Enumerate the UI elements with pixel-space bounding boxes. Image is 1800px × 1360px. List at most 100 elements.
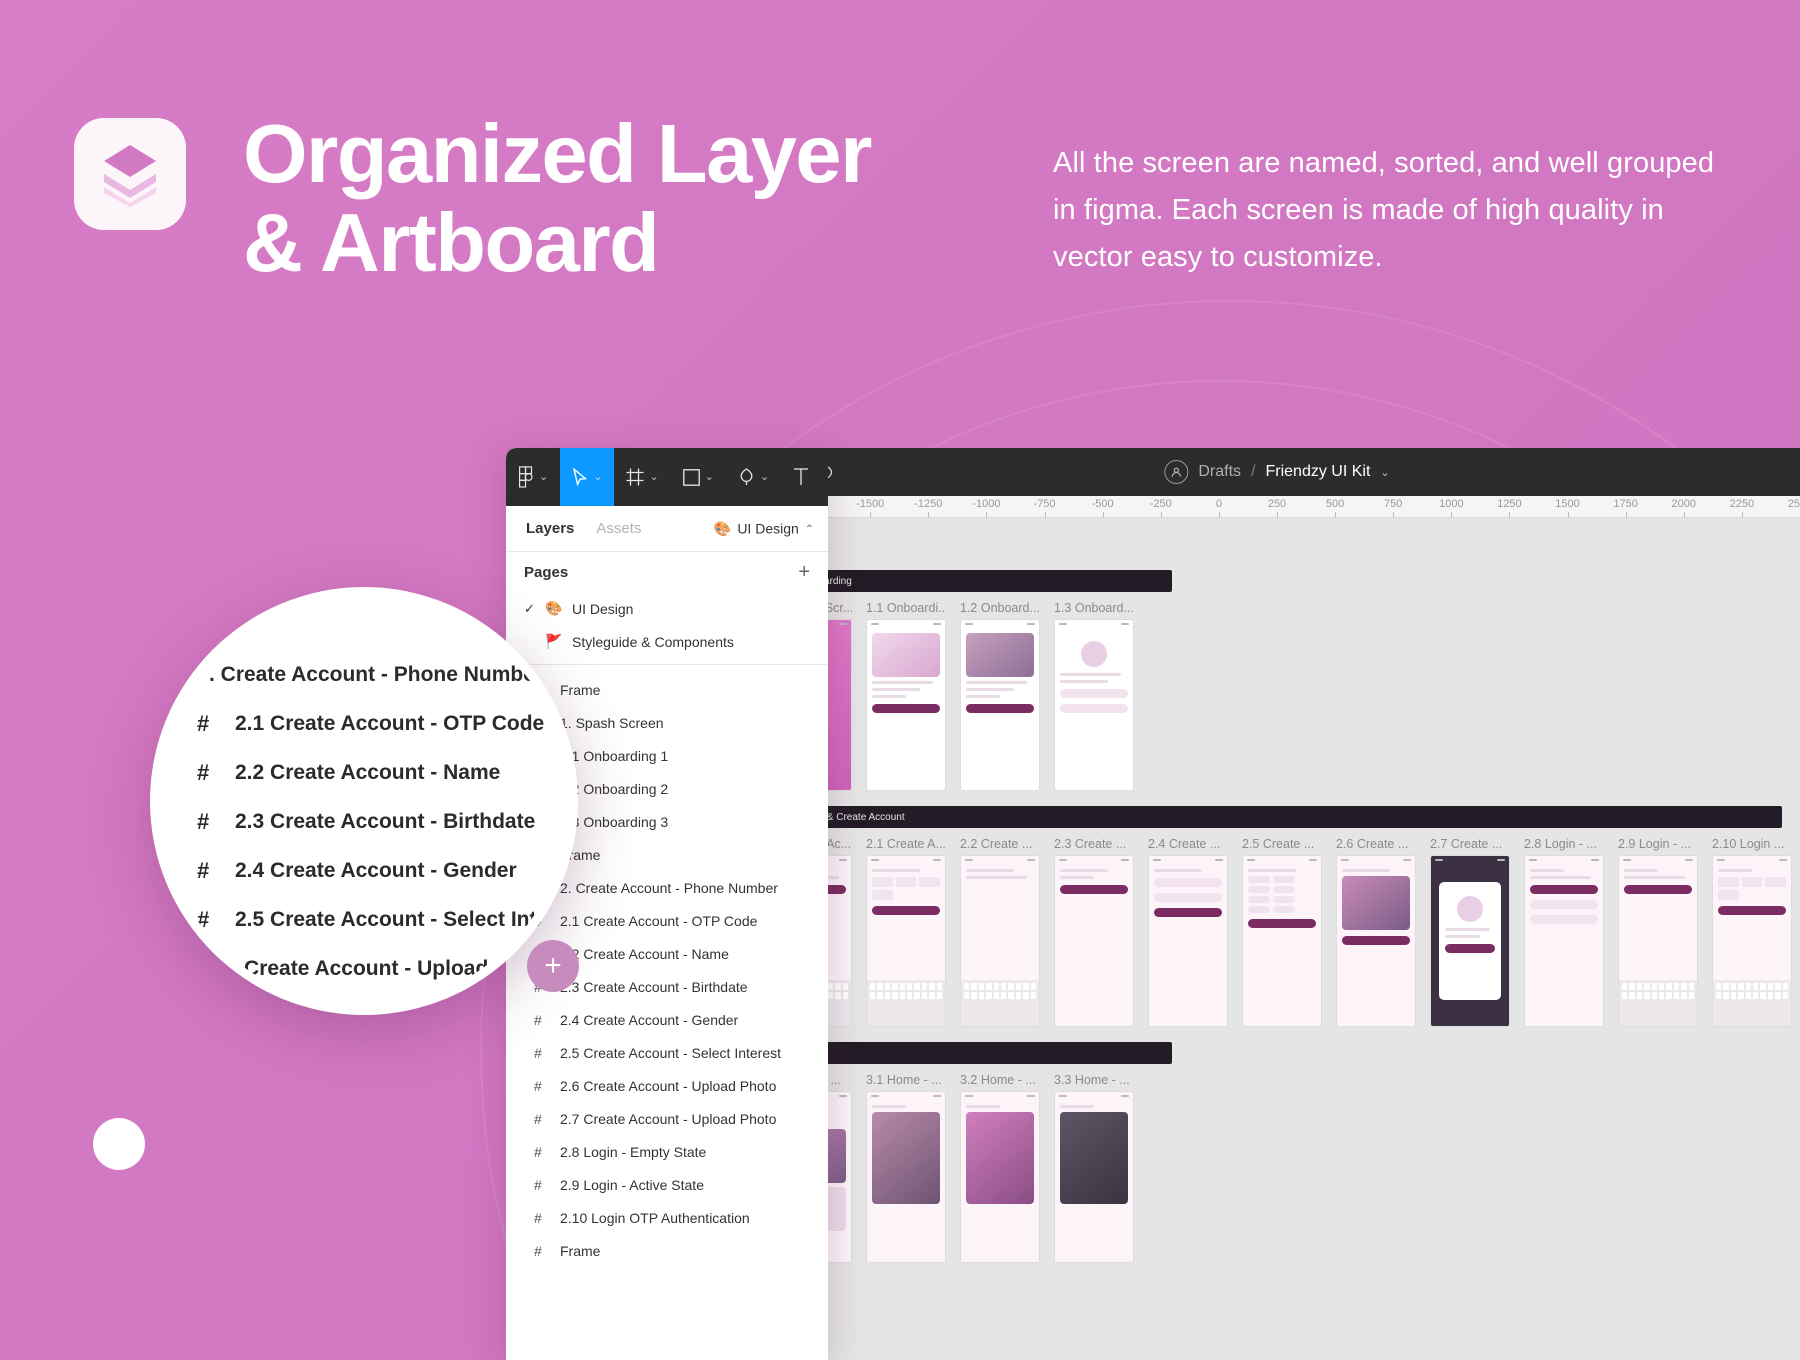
artboard-name: 2.10 Login ... bbox=[1712, 837, 1785, 851]
layer-label: 2.2 Create Account - Name bbox=[560, 945, 729, 962]
ruler-tick-label: 1000 bbox=[1439, 498, 1464, 510]
layer-label: 2. Create Account - Phone Number bbox=[560, 879, 778, 896]
layer-label: . Create Account - Phone Number bbox=[209, 662, 544, 686]
pen-tool-icon[interactable]: ⌄ bbox=[726, 448, 781, 506]
layer-label: 2.10 Login OTP Authentication bbox=[560, 1209, 750, 1226]
artboard-preview bbox=[1054, 855, 1134, 1027]
artboard-preview bbox=[866, 1091, 946, 1263]
artboard-name: 2.3 Create ... bbox=[1054, 837, 1127, 851]
artboard-thumb[interactable]: 2.8 Login - ... bbox=[1524, 837, 1604, 1027]
ruler-tick-label: 0 bbox=[1215, 498, 1222, 510]
section-bar[interactable]: ✂ Login & Create Account bbox=[772, 806, 1782, 828]
figma-canvas[interactable]: Drafts / Friendzy UI Kit ⌄ -2000-1750-15… bbox=[754, 448, 1800, 1360]
frame-tool-icon[interactable]: ⌄ bbox=[614, 448, 670, 506]
chevron-down-icon[interactable]: ⌄ bbox=[760, 471, 769, 483]
current-page-label: UI Design bbox=[737, 520, 799, 537]
figma-toolbar: ⌄ ⌄ ⌄ ⌄ ⌄ bbox=[506, 448, 828, 506]
thumbnail-row: 3. Home - ... 3.1 Home - ... 3.2 Home - … bbox=[772, 1073, 1172, 1263]
artboard-preview bbox=[960, 619, 1040, 791]
layer-label: 2.4 Create Account - Gender bbox=[235, 858, 517, 882]
section-bar[interactable]: ✂ Home bbox=[772, 1042, 1172, 1064]
ruler-tick-label: -500 bbox=[1091, 498, 1114, 510]
layer-label: 2.7 Create Account - Upload Photo bbox=[560, 1110, 777, 1127]
list-item[interactable]: # 2.4 Create Account - Gender bbox=[197, 846, 569, 895]
current-page-chip[interactable]: 🎨 UI Design ⌃ bbox=[714, 520, 814, 537]
ruler-tick-label: 2000 bbox=[1671, 498, 1697, 510]
artboard-thumb[interactable]: 2.2 Create ... bbox=[960, 837, 1040, 1027]
list-item[interactable]: . Create Account - Phone Number bbox=[197, 650, 569, 699]
frame-icon: # bbox=[534, 1044, 542, 1061]
artboard-thumb[interactable]: 3.3 Home - ... bbox=[1054, 1073, 1134, 1263]
layer-label: 2.8 Login - Empty State bbox=[560, 1143, 707, 1160]
frame-icon: # bbox=[197, 808, 210, 834]
chevron-down-icon[interactable]: ⌄ bbox=[539, 471, 548, 483]
shape-tool-icon[interactable]: ⌄ bbox=[671, 448, 726, 506]
list-item[interactable]: 2.6 Create Account - Upload Photo bbox=[197, 944, 569, 993]
artboard-thumb[interactable]: 1.1 Onboardi... bbox=[866, 601, 946, 791]
breadcrumb-drafts[interactable]: Drafts bbox=[1198, 463, 1241, 481]
layer-label: 2.5 Create Account - Select Interest bbox=[560, 1044, 782, 1061]
artboard-name: 3.3 Home - ... bbox=[1054, 1073, 1130, 1087]
header: Organized Layer & Artboard All the scree… bbox=[0, 0, 1800, 320]
ruler-tick-mark bbox=[1625, 512, 1627, 517]
chevron-down-icon[interactable]: ⌄ bbox=[1380, 466, 1389, 479]
list-item[interactable]: #2.8 Login - Empty State bbox=[506, 1135, 828, 1168]
chevron-down-icon[interactable]: ⌄ bbox=[649, 471, 658, 483]
ruler-tick-label: 2500 bbox=[1787, 498, 1800, 510]
add-button[interactable]: + bbox=[527, 940, 579, 992]
canvas-ruler: -2000-1750-1500-1250-1000-750-500-250025… bbox=[754, 496, 1800, 518]
list-item[interactable]: #2.6 Create Account - Upload Photo bbox=[506, 1069, 828, 1102]
layer-label: 1.1 Onboarding 1 bbox=[560, 747, 669, 764]
artboard-thumb[interactable]: 2.1 Create A... bbox=[866, 837, 946, 1027]
artboard-thumb[interactable]: 1.3 Onboard... bbox=[1054, 601, 1134, 791]
magnifier-lens: . Create Account - Phone Number # 2.1 Cr… bbox=[150, 587, 578, 1015]
list-item[interactable]: # 2.1 Create Account - OTP Code bbox=[197, 699, 569, 748]
artboard-thumb[interactable]: 3.2 Home - ... bbox=[960, 1073, 1040, 1263]
chevron-down-icon[interactable]: ⌄ bbox=[705, 471, 714, 483]
artboard-thumb[interactable]: 1.2 Onboard... bbox=[960, 601, 1040, 791]
breadcrumb-file-name[interactable]: Friendzy UI Kit bbox=[1265, 463, 1370, 481]
list-item[interactable]: # 2.5 Create Account - Select Interest bbox=[197, 895, 569, 944]
panel-tabs: Layers Assets 🎨 UI Design ⌃ bbox=[506, 506, 828, 552]
artboard-name: 2.8 Login - ... bbox=[1524, 837, 1597, 851]
tab-layers[interactable]: Layers bbox=[526, 520, 574, 537]
list-item[interactable]: # 2.3 Create Account - Birthdate bbox=[197, 797, 569, 846]
text-tool-icon[interactable] bbox=[781, 448, 821, 506]
artboard-thumb[interactable]: 2.3 Create ... bbox=[1054, 837, 1134, 1027]
list-item[interactable]: #2.7 Create Account - Upload Photo bbox=[506, 1102, 828, 1135]
decorative-dot bbox=[93, 1118, 145, 1170]
artboard-thumb[interactable]: 2.5 Create ... bbox=[1242, 837, 1322, 1027]
ruler-tick-mark bbox=[1509, 512, 1511, 517]
chevron-up-icon[interactable]: ⌃ bbox=[805, 522, 814, 535]
artboard-thumb[interactable]: 2.7 Create ... bbox=[1430, 837, 1510, 1027]
tab-assets[interactable]: Assets bbox=[596, 520, 641, 537]
list-item[interactable]: #2.9 Login - Active State bbox=[506, 1168, 828, 1201]
frame-icon: # bbox=[197, 710, 210, 736]
artboard-thumb[interactable]: 2.6 Create ... bbox=[1336, 837, 1416, 1027]
artboard-preview bbox=[1524, 855, 1604, 1027]
artboard-thumb[interactable]: 3.1 Home - ... bbox=[866, 1073, 946, 1263]
artboard-preview bbox=[866, 855, 946, 1027]
palette-icon: 🎨 bbox=[713, 520, 732, 536]
ruler-tick-label: -250 bbox=[1149, 498, 1172, 510]
list-item[interactable]: #2.5 Create Account - Select Interest bbox=[506, 1036, 828, 1069]
frame-group-label: Frame bbox=[772, 784, 1792, 800]
artboard-thumb[interactable]: 2.9 Login - ... bbox=[1618, 837, 1698, 1027]
section-bar[interactable]: ✂ Onboarding bbox=[772, 570, 1172, 592]
ruler-tick-mark bbox=[928, 512, 930, 517]
add-page-button[interactable]: + bbox=[798, 562, 810, 582]
frame-icon: # bbox=[197, 759, 210, 785]
artboard-name: 2.6 Create ... bbox=[1336, 837, 1409, 851]
list-item[interactable]: # Frame bbox=[506, 1234, 828, 1267]
user-avatar-icon[interactable] bbox=[1164, 460, 1189, 484]
artboard-thumb[interactable]: 2.4 Create ... bbox=[1148, 837, 1228, 1027]
chevron-down-icon[interactable]: ⌄ bbox=[593, 471, 602, 483]
list-item[interactable]: #2.4 Create Account - Gender bbox=[506, 1003, 828, 1036]
list-item[interactable]: # 2.2 Create Account - Name bbox=[197, 748, 569, 797]
artboard-thumb[interactable]: 2.10 Login ... bbox=[1712, 837, 1792, 1027]
ruler-tick-mark bbox=[986, 512, 988, 517]
move-tool-icon[interactable]: ⌄ bbox=[560, 448, 615, 506]
list-item[interactable]: #2.10 Login OTP Authentication bbox=[506, 1201, 828, 1234]
figma-menu-icon[interactable]: ⌄ bbox=[506, 448, 560, 506]
ruler-tick-mark bbox=[1335, 512, 1337, 517]
